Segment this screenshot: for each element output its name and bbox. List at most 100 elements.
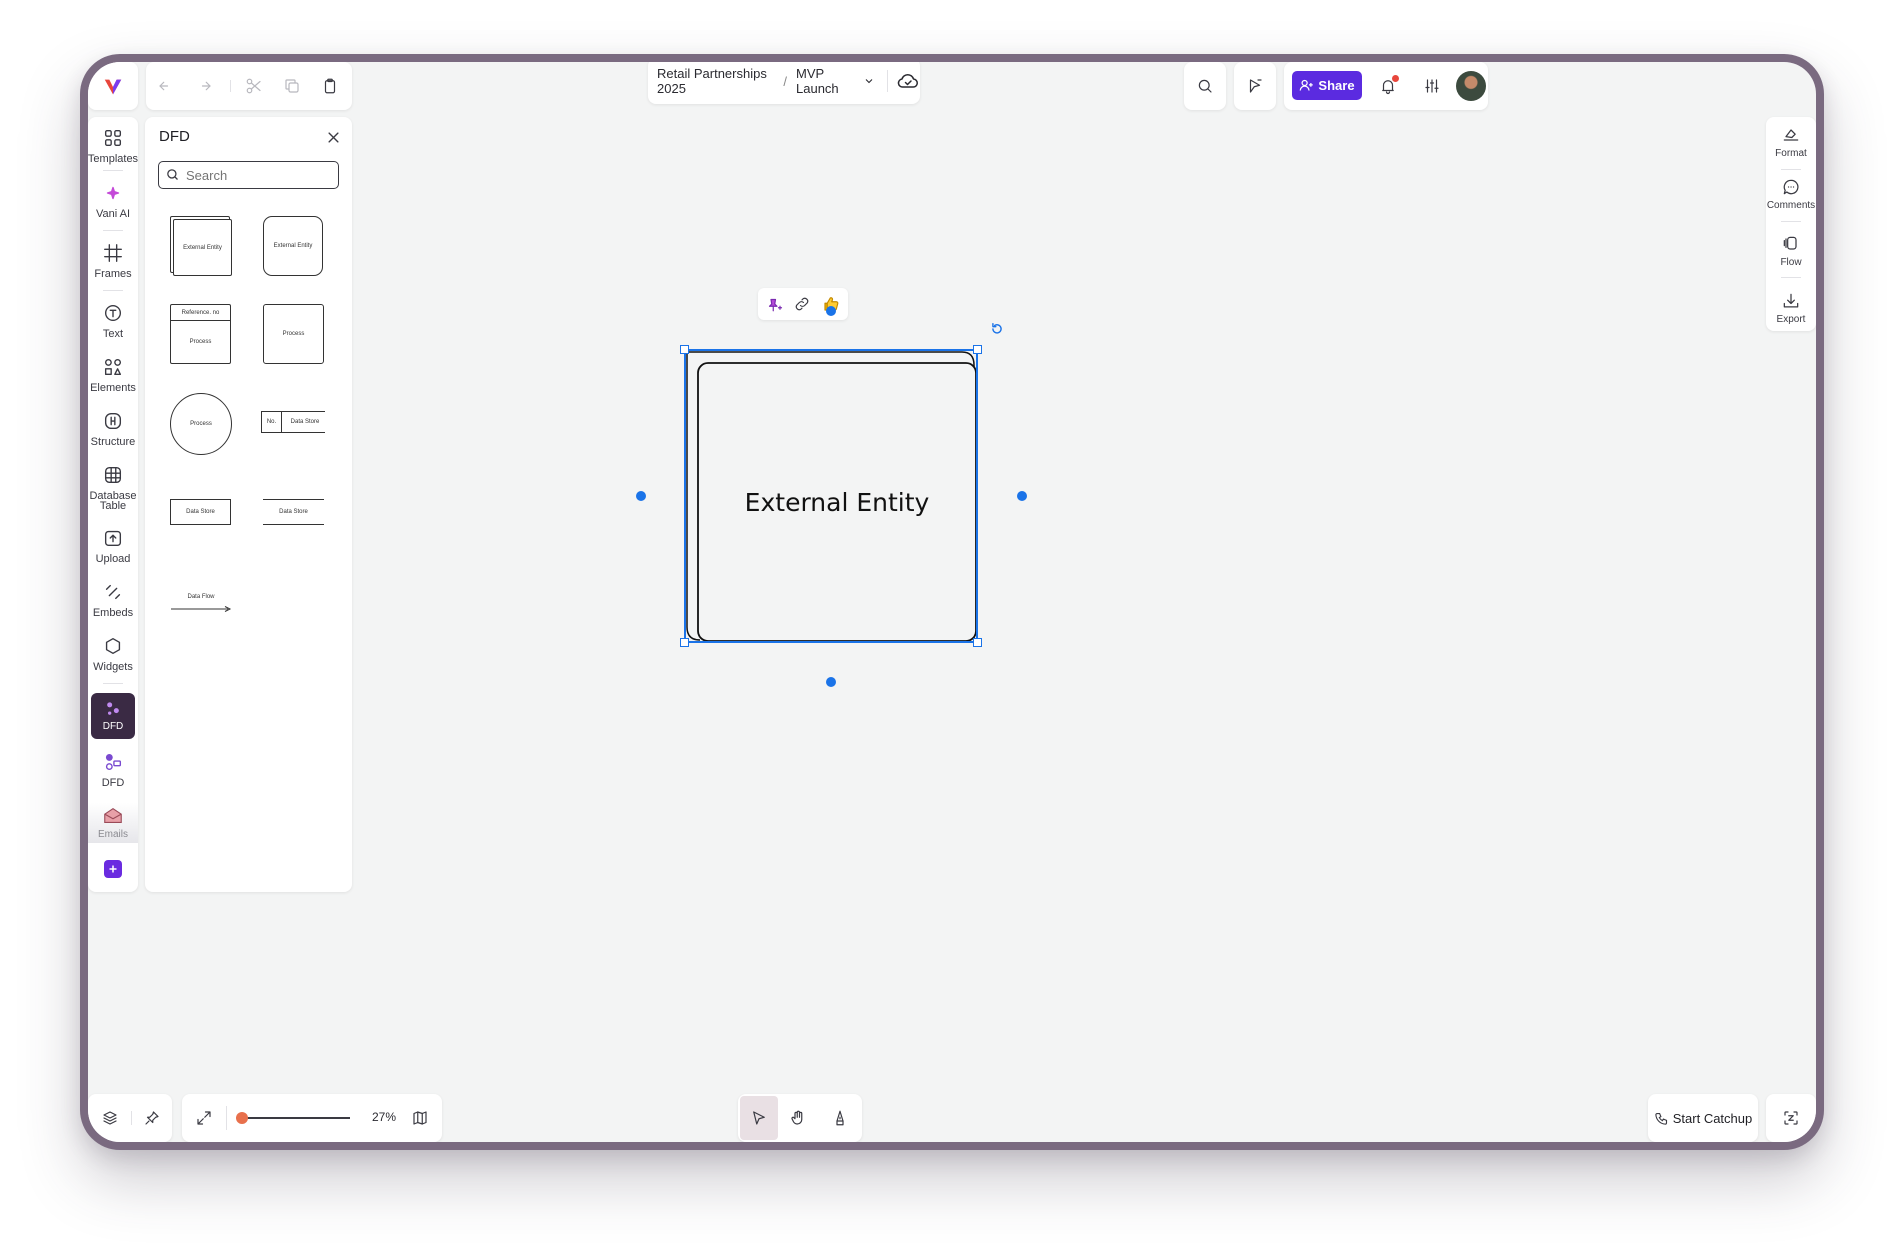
layers-icon[interactable] — [98, 1106, 122, 1130]
search-icon — [1193, 74, 1217, 98]
chevron-down-icon[interactable] — [863, 75, 875, 87]
tool-embeds[interactable]: Embeds — [88, 581, 143, 619]
flow-icon — [1781, 234, 1801, 254]
zoom-slider-thumb[interactable] — [236, 1112, 248, 1124]
selected-external-entity[interactable]: External Entity — [684, 349, 978, 643]
settings-sliders-icon[interactable] — [1420, 74, 1444, 98]
avatar[interactable] — [1456, 71, 1486, 101]
shape-data-store-lines[interactable]: Data Store — [263, 499, 324, 525]
connector-dot-left[interactable] — [636, 491, 646, 501]
tool-flow[interactable]: Flow — [1761, 234, 1816, 268]
selection-outline — [684, 349, 978, 643]
comment-icon — [1781, 177, 1801, 197]
cut-icon[interactable] — [242, 74, 266, 98]
shape-process-circle[interactable]: Process — [170, 393, 232, 455]
breadcrumb-project[interactable]: Retail Partnerships 2025 — [657, 66, 774, 96]
toolbar-separator — [103, 290, 123, 291]
shape-external-entity-stacked[interactable]: External Entity — [170, 216, 232, 276]
present-button[interactable] — [1234, 62, 1276, 110]
select-pointer-icon[interactable] — [740, 1096, 778, 1140]
shape-label: Process — [282, 331, 305, 337]
rotate-icon[interactable] — [989, 321, 1005, 337]
share-button[interactable]: Share — [1292, 71, 1362, 100]
tool-templates[interactable]: Templates — [88, 127, 143, 165]
zoom-level[interactable]: 27% — [372, 1110, 396, 1124]
breadcrumb-divider — [887, 70, 888, 92]
toolbar-separator — [103, 230, 123, 231]
email-icon — [102, 805, 124, 827]
cloud-saved-icon[interactable] — [896, 69, 920, 93]
tool-upload[interactable]: Upload — [88, 527, 143, 565]
tool-structure[interactable]: Structure — [88, 410, 143, 448]
upload-icon — [102, 527, 124, 549]
pin-icon[interactable] — [140, 1106, 164, 1130]
minimap-icon[interactable] — [408, 1106, 432, 1130]
tool-widgets[interactable]: Widgets — [88, 635, 143, 673]
zoom-panel: 27% — [182, 1094, 442, 1142]
left-toolbar: Templates Vani AI Frames Text Elements S… — [88, 117, 138, 892]
magic-pin-icon[interactable] — [764, 294, 784, 314]
tool-comments[interactable]: Comments — [1761, 177, 1816, 211]
pen-icon[interactable] — [828, 1106, 852, 1130]
link-icon[interactable] — [792, 294, 812, 314]
tool-export[interactable]: Export — [1761, 291, 1816, 325]
text-icon — [102, 302, 124, 324]
layers-panel — [88, 1094, 172, 1142]
resize-handle-bottom-left[interactable] — [680, 638, 689, 647]
canvas-tools — [738, 1094, 862, 1142]
present-icon — [1243, 74, 1267, 98]
tool-text[interactable]: Text — [88, 302, 143, 340]
toolbar-divider — [230, 80, 231, 92]
database-table-icon — [102, 464, 124, 486]
tool-emails[interactable]: Emails — [88, 803, 138, 843]
add-tool-button[interactable] — [104, 860, 122, 878]
redo-icon[interactable] — [192, 74, 216, 98]
shape-data-store-box[interactable]: Data Store — [170, 499, 231, 525]
tool-dfd[interactable]: DFD — [88, 751, 143, 789]
close-icon[interactable] — [323, 127, 343, 147]
format-icon — [1781, 125, 1801, 145]
toolbar-divider — [131, 1111, 132, 1125]
app-logo-icon[interactable] — [102, 76, 124, 98]
shape-label: External Entity — [273, 243, 313, 249]
shape-label: Data Store — [186, 509, 215, 515]
toolbar-separator — [1781, 221, 1801, 222]
shape-data-flow[interactable]: Data Flow — [170, 593, 232, 613]
resize-handle-bottom-right[interactable] — [973, 638, 982, 647]
tool-vani-ai[interactable]: Vani AI — [88, 182, 143, 220]
arrow-icon — [171, 606, 232, 612]
clipboard-icon[interactable] — [318, 74, 342, 98]
shape-data-store-numbered[interactable]: No. Data Store — [261, 411, 325, 433]
start-catchup-button[interactable]: Start Catchup — [1648, 1094, 1758, 1142]
fit-screen-icon[interactable] — [192, 1106, 216, 1130]
shape-process-reference[interactable]: Reference. no Process — [170, 304, 231, 364]
connector-dot-right[interactable] — [1017, 491, 1027, 501]
share-label: Share — [1318, 78, 1355, 93]
tool-dfd-active[interactable]: DFD — [91, 693, 135, 739]
resize-handle-top-right[interactable] — [973, 345, 982, 354]
focus-mode-button[interactable] — [1766, 1094, 1816, 1142]
connector-dot-bottom[interactable] — [826, 677, 836, 687]
app-screen: Retail Partnerships 2025 / MVP Launch Sh… — [88, 62, 1816, 1142]
tool-format[interactable]: Format — [1761, 125, 1816, 159]
breadcrumb-separator: / — [783, 73, 787, 89]
tool-elements[interactable]: Elements — [88, 356, 143, 394]
connector-dot-top[interactable] — [826, 306, 836, 316]
focus-mode-icon — [1779, 1106, 1803, 1130]
search-button[interactable] — [1184, 62, 1226, 110]
shape-label: Process — [189, 339, 212, 345]
hand-pan-icon[interactable] — [786, 1106, 810, 1130]
notification-bell-icon[interactable] — [1376, 74, 1400, 98]
zoom-slider[interactable] — [236, 1112, 352, 1124]
undo-icon[interactable] — [154, 74, 178, 98]
shape-label: Reference. no — [171, 305, 230, 321]
tool-frames[interactable]: Frames — [88, 242, 143, 280]
shape-search-input[interactable] — [186, 164, 331, 186]
shape-external-entity-rounded[interactable]: External Entity — [263, 216, 323, 276]
tool-database-table[interactable]: Database Table — [88, 464, 143, 512]
shape-process-rect[interactable]: Process — [263, 304, 324, 364]
resize-handle-top-left[interactable] — [680, 345, 689, 354]
notification-dot — [1392, 75, 1399, 82]
copy-icon[interactable] — [280, 74, 304, 98]
breadcrumb-board[interactable]: MVP Launch — [796, 66, 857, 96]
